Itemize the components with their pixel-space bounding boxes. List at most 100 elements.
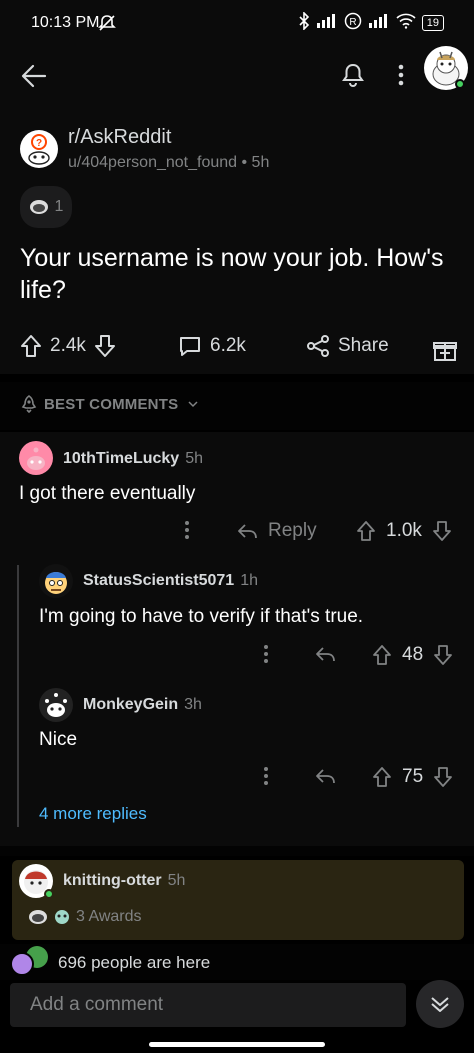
comment-score: 1.0k — [386, 520, 422, 541]
bluetooth-icon — [298, 11, 310, 33]
signal-icon — [316, 13, 338, 32]
battery-icon: 19 — [421, 14, 444, 31]
share-label: Share — [338, 335, 389, 356]
vote-group: 2.4k — [20, 334, 116, 358]
kebab-menu-icon — [264, 767, 268, 785]
comment-author[interactable]: StatusScientist5071 1h — [83, 572, 258, 590]
comment-vote: 1.0k — [356, 520, 452, 542]
kebab-menu-icon — [398, 64, 404, 86]
comment-body: I got there eventually — [19, 483, 196, 504]
downvote-icon[interactable] — [433, 766, 453, 788]
status-icons: R 19 — [298, 11, 444, 33]
comment-vote: 75 — [372, 766, 453, 788]
bell-icon — [342, 63, 364, 87]
post-score: 2.4k — [50, 335, 86, 356]
award-icon — [55, 910, 69, 924]
post-awards[interactable]: 1 — [20, 186, 72, 228]
separator — [0, 846, 474, 856]
viewer-avatar — [10, 952, 34, 976]
comment-body: Nice — [39, 729, 78, 750]
commenter-avatar[interactable] — [39, 688, 73, 722]
sort-selector[interactable]: BEST COMMENTS — [44, 396, 199, 413]
rocket-icon — [20, 395, 38, 418]
downvote-icon[interactable] — [432, 520, 452, 542]
reply-button[interactable] — [314, 644, 336, 664]
commenter-avatar[interactable] — [19, 441, 53, 475]
award-count: 1 — [54, 198, 64, 215]
more-replies-link[interactable]: 4 more replies — [39, 804, 147, 824]
username: 10thTimeLucky — [63, 450, 180, 467]
back-button[interactable] — [16, 58, 52, 94]
downvote-icon[interactable] — [94, 334, 116, 358]
comment-input-placeholder: Add a comment — [30, 994, 164, 1015]
username: MonkeyGein — [83, 696, 179, 713]
comment-body: I'm going to have to verify if that's tr… — [39, 606, 364, 627]
notifications-button[interactable] — [336, 58, 370, 92]
comment-author[interactable]: MonkeyGein 3h — [83, 696, 202, 714]
comment-icon — [180, 337, 200, 356]
signal-icon-2 — [368, 13, 390, 32]
subreddit-avatar[interactable]: ? — [20, 130, 58, 168]
reply-icon — [316, 647, 335, 662]
post-title: Your username is now your job. How's lif… — [20, 244, 444, 304]
askreddit-icon: ? — [21, 131, 57, 167]
comment-age: 1h — [240, 572, 258, 589]
comment-score: 75 — [402, 766, 424, 787]
post-age: 5h — [251, 154, 270, 171]
upvote-icon[interactable] — [20, 334, 42, 358]
sort-label: BEST COMMENTS — [44, 396, 179, 413]
reply-button[interactable]: Reply — [236, 520, 317, 542]
svg-text:?: ? — [36, 138, 42, 149]
upvote-icon[interactable] — [372, 766, 392, 788]
thread-line[interactable] — [17, 565, 19, 827]
comment-count: 6.2k — [210, 335, 246, 356]
kebab-menu-icon — [264, 645, 268, 663]
home-indicator — [149, 1042, 325, 1047]
roaming-icon: R — [344, 12, 362, 33]
meta-separator: • — [241, 154, 252, 171]
wifi-icon — [396, 13, 416, 32]
downvote-icon[interactable] — [433, 644, 453, 666]
mute-icon — [98, 14, 116, 37]
kebab-menu-icon[interactable] — [184, 520, 190, 540]
give-award-button[interactable] — [432, 337, 458, 368]
award-icon — [29, 910, 47, 924]
svg-text:R: R — [349, 17, 356, 28]
chevron-down-icon — [188, 401, 198, 408]
comment-awards[interactable]: 3 Awards — [28, 908, 142, 926]
arrow-left-icon — [21, 64, 47, 88]
subreddit-name[interactable]: r/AskReddit — [68, 126, 171, 149]
post-author[interactable]: u/404person_not_found — [68, 154, 237, 171]
online-status-dot — [44, 889, 54, 899]
more-options-button[interactable] — [388, 58, 414, 92]
online-status-dot — [455, 79, 465, 89]
comments-button[interactable]: 6.2k — [178, 334, 246, 358]
comment-age: 3h — [184, 696, 202, 713]
commenter-avatar[interactable] — [39, 564, 73, 598]
double-chevron-down-icon — [431, 997, 449, 1012]
username: knitting-otter — [63, 872, 162, 889]
comment-actions — [184, 520, 190, 540]
award-icon — [29, 200, 48, 214]
reply-label: Reply — [268, 520, 317, 541]
comment-author[interactable]: 10thTimeLucky 5h — [63, 450, 203, 468]
award-count: 3 Awards — [76, 908, 142, 925]
presence-count: 696 people are here — [58, 953, 211, 972]
upvote-icon[interactable] — [356, 520, 376, 542]
comment-vote: 48 — [372, 644, 453, 666]
comment-author[interactable]: knitting-otter 5h — [63, 872, 185, 890]
comment-age: 5h — [167, 872, 186, 889]
collapse-threads-button[interactable] — [416, 980, 464, 1028]
reply-icon — [316, 769, 335, 784]
comment-score: 48 — [402, 644, 424, 665]
gift-icon — [433, 342, 457, 361]
upvote-icon[interactable] — [372, 644, 392, 666]
reply-button[interactable] — [314, 766, 336, 786]
share-button[interactable]: Share — [306, 334, 389, 358]
share-icon — [307, 335, 329, 357]
comment-more-button[interactable] — [263, 766, 269, 786]
status-time: 10:13 PM — [31, 14, 100, 31]
post-meta: u/404person_not_found • 5h — [68, 154, 269, 172]
reply-icon — [238, 524, 257, 539]
comment-more-button[interactable] — [263, 644, 269, 664]
